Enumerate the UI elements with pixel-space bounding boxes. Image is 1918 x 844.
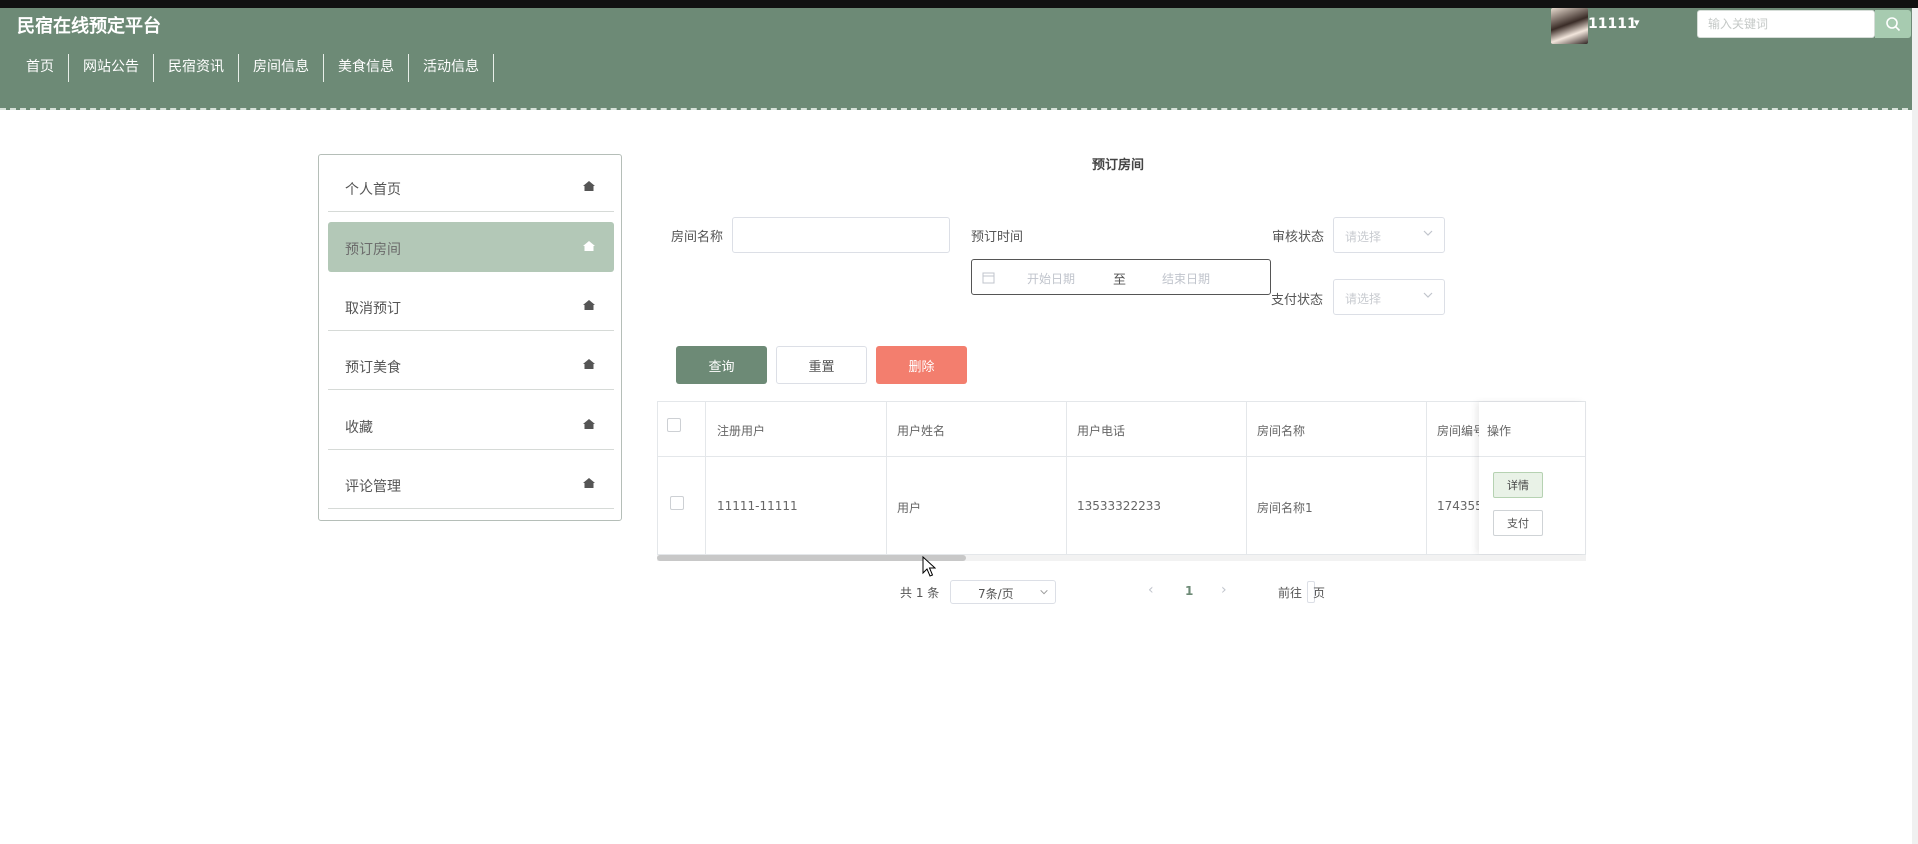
room-name-label: 房间名称 <box>671 230 724 245</box>
audit-status-select[interactable]: 请选择 <box>1333 217 1445 253</box>
home-icon <box>583 241 595 251</box>
calendar-icon <box>982 272 995 284</box>
mouse-cursor-icon <box>922 556 936 577</box>
pay-button[interactable]: 支付 <box>1493 510 1543 536</box>
booking-table: 注册用户 用户姓名 用户电话 房间名称 房间编号 11111-11111 用户 … <box>657 401 1586 556</box>
home-icon <box>583 300 595 310</box>
sidebar-item-home[interactable]: 个人首页 <box>328 162 614 212</box>
nav-home[interactable]: 首页 <box>14 54 69 82</box>
sidebar-item-label: 预订房间 <box>345 242 401 258</box>
nav-activities[interactable]: 活动信息 <box>409 54 494 82</box>
table-divider <box>1479 456 1585 457</box>
booking-date-range[interactable]: 开始日期 至 结束日期 <box>971 259 1271 295</box>
table-divider <box>705 402 706 556</box>
home-icon <box>583 419 595 429</box>
page-number-current[interactable]: 1 <box>1185 584 1193 598</box>
chevron-down-icon <box>1423 292 1433 298</box>
page-size-value: 7条/页 <box>978 587 1014 601</box>
table-divider <box>1246 402 1247 556</box>
home-icon <box>583 181 595 191</box>
table-scrollbar-thumb[interactable] <box>657 555 966 561</box>
site-title: 民宿在线预定平台 <box>17 16 161 37</box>
table-divider <box>1426 402 1427 556</box>
main-nav: 首页 网站公告 民宿资讯 房间信息 美食信息 活动信息 <box>14 54 494 82</box>
sidebar-item-label: 个人首页 <box>345 182 401 198</box>
nav-rooms[interactable]: 房间信息 <box>239 54 324 82</box>
nav-announcements[interactable]: 网站公告 <box>69 54 154 82</box>
page-size-select[interactable]: 7条/页 <box>950 580 1056 604</box>
goto-label: 前往 <box>1278 586 1303 600</box>
sidebar-item-label: 预订美食 <box>345 360 401 376</box>
column-header-phone[interactable]: 用户电话 <box>1077 422 1125 439</box>
pagination-total: 共 1 条 <box>900 586 940 600</box>
select-all-checkbox[interactable] <box>667 418 681 432</box>
prev-page-icon[interactable]: ‹ <box>1148 582 1154 598</box>
cell-name: 用户 <box>897 501 922 515</box>
page-suffix-label: 页 <box>1313 586 1326 600</box>
delete-button[interactable]: 删除 <box>876 346 967 384</box>
operations-column: 操作 详情 支付 <box>1479 402 1585 554</box>
user-center-sidebar: 个人首页 预订房间 取消预订 预订美食 收藏 评论管理 <box>318 154 622 521</box>
column-header-user[interactable]: 注册用户 <box>717 422 765 439</box>
audit-status-placeholder: 请选择 <box>1345 230 1382 244</box>
room-name-input[interactable] <box>732 217 950 253</box>
pay-status-label: 支付状态 <box>1271 293 1324 308</box>
start-date-input[interactable]: 开始日期 <box>1027 270 1075 287</box>
chevron-down-icon <box>1423 230 1433 236</box>
column-header-operations: 操作 <box>1487 424 1512 438</box>
cell-user: 11111-11111 <box>717 499 798 513</box>
cell-phone: 13533322233 <box>1077 499 1161 513</box>
sidebar-item-label: 评论管理 <box>345 479 401 495</box>
sidebar-item-label: 收藏 <box>345 420 373 436</box>
audit-status-label: 审核状态 <box>1272 230 1325 245</box>
pay-status-select[interactable]: 请选择 <box>1333 279 1445 315</box>
nav-news[interactable]: 民宿资讯 <box>154 54 239 82</box>
column-header-name[interactable]: 用户姓名 <box>897 422 945 439</box>
end-date-input[interactable]: 结束日期 <box>1162 270 1210 287</box>
next-page-icon[interactable]: › <box>1221 582 1227 598</box>
home-icon <box>583 359 595 369</box>
column-header-room-name[interactable]: 房间名称 <box>1257 422 1305 439</box>
chevron-down-icon <box>1040 589 1048 595</box>
sidebar-item-book-food[interactable]: 预订美食 <box>328 340 614 390</box>
cell-room-number: 174355 <box>1437 499 1483 513</box>
query-button[interactable]: 查询 <box>676 346 767 384</box>
window-top-strip <box>0 0 1918 8</box>
column-header-room-number[interactable]: 房间编号 <box>1437 422 1485 439</box>
sidebar-item-comments[interactable]: 评论管理 <box>328 459 614 509</box>
sidebar-item-favorites[interactable]: 收藏 <box>328 400 614 450</box>
nav-food[interactable]: 美食信息 <box>324 54 409 82</box>
page-scrollbar[interactable] <box>1912 8 1918 844</box>
sidebar-item-book-room[interactable]: 预订房间 <box>328 222 614 272</box>
search-icon <box>1886 17 1901 32</box>
sidebar-item-cancel-booking[interactable]: 取消预订 <box>328 281 614 331</box>
table-divider <box>1066 402 1067 556</box>
search-input[interactable] <box>1697 10 1875 38</box>
table-divider <box>886 402 887 556</box>
booking-time-label: 预订时间 <box>971 230 1024 245</box>
search-button[interactable] <box>1875 10 1911 38</box>
reset-button[interactable]: 重置 <box>776 346 867 384</box>
range-separator: 至 <box>1113 273 1127 288</box>
caret-down-icon[interactable]: ▾ <box>1634 16 1640 29</box>
table-divider <box>658 456 1585 457</box>
avatar[interactable] <box>1551 8 1588 44</box>
row-checkbox[interactable] <box>670 496 684 510</box>
sidebar-item-label: 取消预订 <box>345 301 401 317</box>
username[interactable]: 11111 <box>1588 16 1637 32</box>
home-icon <box>583 478 595 488</box>
page-title: 预订房间 <box>1092 158 1145 173</box>
cell-room-name: 房间名称1 <box>1257 501 1313 515</box>
site-header: 民宿在线预定平台 首页 网站公告 民宿资讯 房间信息 美食信息 活动信息 111… <box>0 8 1918 110</box>
pay-status-placeholder: 请选择 <box>1345 292 1382 306</box>
detail-button[interactable]: 详情 <box>1493 472 1543 498</box>
